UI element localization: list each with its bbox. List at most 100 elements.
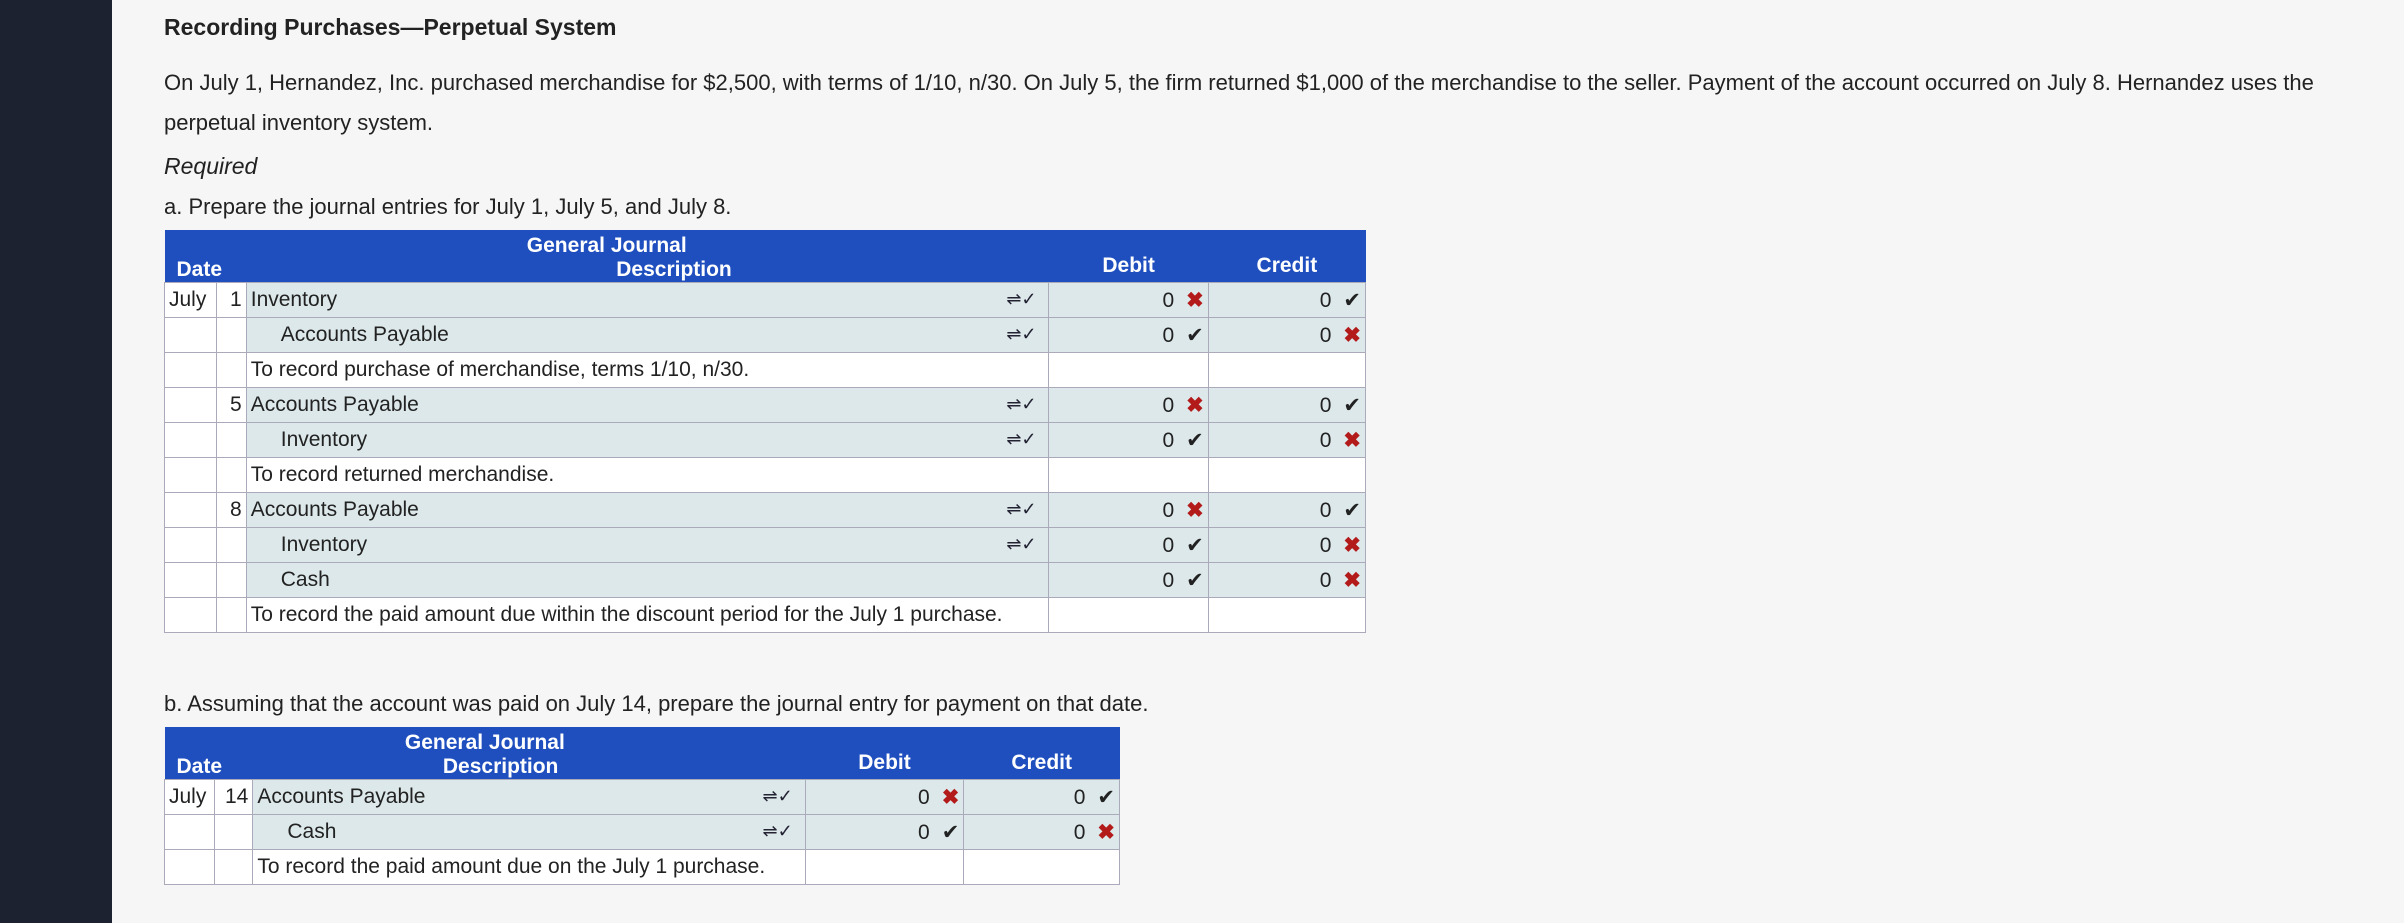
debit-empty [804,849,965,885]
account-name: Inventory [250,288,338,311]
credit-empty [1207,457,1367,493]
journal-table-a: General Journal Debit Credit Date Descri… [163,230,1367,633]
credit-value: 0 [1319,533,1332,557]
month-cell: July [163,779,216,815]
memo-text: To record the paid amount due within the… [245,597,1050,633]
journal-table-b: General Journal Debit Credit Date Descri… [163,727,1120,885]
account-select[interactable]: Cash [245,562,1050,598]
credit-amount-input[interactable]: 0 ✔ [963,779,1120,815]
dropdown-arrow-icon[interactable]: ⇌✓ [1006,499,1036,520]
credit-empty [963,849,1120,885]
debit-amount-input[interactable]: 0 ✖ [1048,282,1209,318]
x-icon: ✖ [1186,498,1204,522]
dropdown-arrow-icon[interactable]: ⇌✓ [1006,534,1036,555]
credit-amount-input[interactable]: 0 ✖ [1207,562,1367,598]
day-cell [216,422,247,458]
credit-value: 0 [1319,323,1332,347]
debit-empty [1048,597,1209,633]
journal-entry-row: Inventory ⇌✓ 0 ✔ 0 ✖ [163,527,1367,563]
account-select[interactable]: Accounts Payable ⇌✓ [245,317,1050,353]
check-icon: ✔ [1186,428,1204,452]
account-name: Accounts Payable [250,393,419,416]
debit-empty [1048,457,1209,493]
credit-value: 0 [1073,785,1086,809]
credit-amount-input[interactable]: 0 ✔ [1207,282,1367,318]
check-icon: ✔ [1186,323,1204,347]
debit-amount-input[interactable]: 0 ✔ [1048,527,1209,563]
description-header: Description [246,258,1049,283]
account-select[interactable]: Accounts Payable ⇌✓ [252,779,806,815]
account-select[interactable]: Cash ⇌✓ [252,814,806,850]
credit-value: 0 [1319,428,1332,452]
debit-value: 0 [1162,393,1175,417]
credit-amount-input[interactable]: 0 ✖ [963,814,1120,850]
credit-value: 0 [1319,393,1332,417]
memo-row: To record the paid amount due within the… [163,597,1367,633]
account-select[interactable]: Accounts Payable ⇌✓ [245,387,1050,423]
month-cell [163,352,218,388]
day-cell: 8 [216,492,247,528]
debit-amount-input[interactable]: 0 ✔ [1048,562,1209,598]
debit-amount-input[interactable]: 0 ✔ [1048,422,1209,458]
day-cell [216,317,247,353]
dropdown-arrow-icon[interactable]: ⇌✓ [1006,429,1036,450]
credit-header: Credit [1208,230,1366,283]
page-title: Recording Purchases—Perpetual System [164,14,617,40]
account-select[interactable]: Accounts Payable ⇌✓ [245,492,1050,528]
dropdown-arrow-icon[interactable]: ⇌✓ [1006,394,1036,415]
check-icon: ✔ [1343,288,1361,312]
credit-value: 0 [1073,820,1086,844]
account-select[interactable]: Inventory ⇌✓ [245,527,1050,563]
debit-value: 0 [1162,428,1175,452]
account-name: Cash [280,568,330,591]
debit-amount-input[interactable]: 0 ✔ [804,814,965,850]
credit-amount-input[interactable]: 0 ✔ [1207,492,1367,528]
credit-empty [1207,352,1367,388]
dropdown-arrow-icon[interactable]: ⇌✓ [1006,324,1036,345]
dropdown-arrow-icon[interactable]: ⇌✓ [763,786,793,807]
account-select[interactable]: Inventory ⇌✓ [245,282,1050,318]
dropdown-arrow-icon[interactable]: ⇌✓ [763,821,793,842]
month-cell [163,527,218,563]
day-cell: 5 [216,387,247,423]
debit-header-b: Debit [805,727,964,780]
credit-value: 0 [1319,288,1332,312]
memo-text: To record purchase of merchandise, terms… [245,352,1050,388]
credit-amount-input[interactable]: 0 ✖ [1207,527,1367,563]
month-cell [163,814,216,850]
credit-amount-input[interactable]: 0 ✖ [1207,317,1367,353]
content: Recording Purchases—Perpetual System On … [163,12,2404,885]
account-name: Accounts Payable [250,498,419,521]
dropdown-arrow-icon[interactable]: ⇌✓ [1006,289,1036,310]
required-heading: Required [164,153,258,179]
debit-amount-input[interactable]: 0 ✖ [804,779,965,815]
day-cell [216,527,247,563]
debit-amount-input[interactable]: 0 ✔ [1048,317,1209,353]
check-icon: ✔ [1186,533,1204,557]
account-name: Inventory [280,428,368,451]
credit-value: 0 [1319,498,1332,522]
account-select[interactable]: Inventory ⇌✓ [245,422,1050,458]
journal-entry-row: Cash 0 ✔ 0 ✖ [163,562,1367,598]
credit-amount-input[interactable]: 0 ✖ [1207,422,1367,458]
journal-entry-row: 5 Accounts Payable ⇌✓ 0 ✖ 0 ✔ [163,387,1367,423]
date-header: Date [164,258,247,283]
check-icon: ✔ [1343,393,1361,417]
left-dark-sidebar [0,0,112,923]
debit-amount-input[interactable]: 0 ✖ [1048,492,1209,528]
debit-amount-input[interactable]: 0 ✖ [1048,387,1209,423]
debit-empty [1048,352,1209,388]
debit-header: Debit [1048,230,1209,283]
day-cell [214,849,254,885]
credit-amount-input[interactable]: 0 ✔ [1207,387,1367,423]
x-icon: ✖ [1343,428,1361,452]
credit-header-b: Credit [963,727,1120,780]
day-cell [216,597,247,633]
journal-entry-row: Inventory ⇌✓ 0 ✔ 0 ✖ [163,422,1367,458]
day-cell [216,457,247,493]
month-cell [163,562,218,598]
debit-value: 0 [1162,568,1175,592]
day-cell [214,814,254,850]
x-icon: ✖ [1343,533,1361,557]
debit-value: 0 [918,785,930,809]
